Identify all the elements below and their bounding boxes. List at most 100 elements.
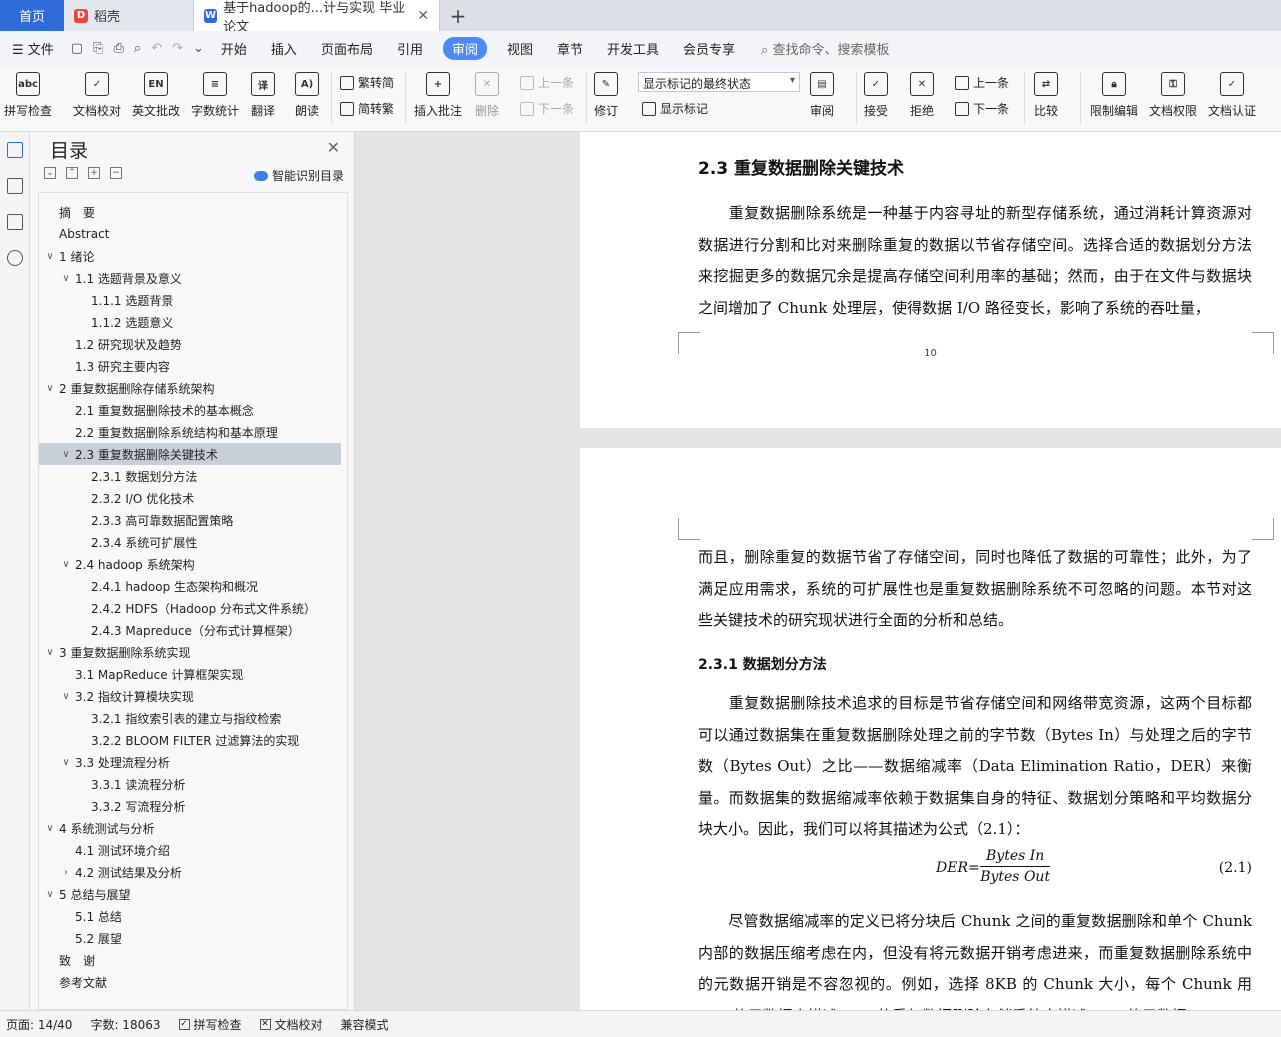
toc-item[interactable]: 1.3 研究主要内容 [39, 355, 341, 377]
toc-item[interactable]: Abstract [39, 223, 341, 245]
chevron-right-icon[interactable]: › [59, 867, 73, 878]
menu-insert[interactable]: 插入 [259, 39, 309, 58]
track-changes-button[interactable]: ✎ 修订 [594, 72, 618, 119]
toc-item[interactable]: ∨ 3.2 指纹计算模块实现 [39, 685, 341, 707]
review-pane-button[interactable]: ▤ 审阅 [810, 72, 834, 119]
chevron-down-icon[interactable]: ∨ [43, 823, 57, 834]
compare-button[interactable]: ⇄ 比较 [1034, 72, 1058, 119]
menu-review[interactable]: 审阅 [442, 37, 487, 60]
toc-item[interactable]: 2.4.1 hadoop 生态架构和概况 [39, 575, 341, 597]
en-review-button[interactable]: EN 英文批改 [132, 72, 180, 119]
menu-layout[interactable]: 页面布局 [309, 39, 385, 58]
toc-item[interactable]: ∨ 4 系统测试与分析 [39, 817, 341, 839]
toc-item[interactable]: ∨ 3 重复数据删除系统实现 [39, 641, 341, 663]
toc-item[interactable]: 参考文献 [39, 971, 341, 993]
tab-home[interactable]: 首页 [0, 0, 64, 31]
chevron-down-icon[interactable]: ∨ [59, 691, 73, 702]
toc-item[interactable]: 2.3.4 系统可扩展性 [39, 531, 341, 553]
redo-icon[interactable]: ↷ [167, 41, 188, 56]
next-change-button[interactable]: 下一条 [955, 100, 1009, 117]
show-markup-button[interactable]: 显示标记 [642, 100, 708, 117]
toc-item[interactable]: 5.1 总结 [39, 905, 341, 927]
trad-to-simp-button[interactable]: 繁转简 [340, 74, 394, 91]
outline-icon[interactable] [7, 178, 23, 194]
toc-item[interactable]: 2.3.1 数据划分方法 [39, 465, 341, 487]
toc-item[interactable]: 致 谢 [39, 949, 341, 971]
read-aloud-button[interactable]: A) 朗读 [295, 72, 319, 119]
accept-button[interactable]: ✓ 接受 [864, 72, 888, 119]
page-indicator[interactable]: 页面: 14/40 [6, 1016, 72, 1033]
insert-comment-button[interactable]: + 插入批注 [414, 72, 462, 119]
tab-daoke[interactable]: D 稻壳 [64, 0, 194, 31]
menu-member[interactable]: 会员专享 [671, 39, 747, 58]
chevron-down-icon[interactable]: ∨ [43, 647, 57, 658]
word-count-indicator[interactable]: 字数: 18063 [90, 1016, 160, 1033]
add-heading-icon[interactable]: + [88, 167, 100, 179]
menu-chapter[interactable]: 章节 [545, 39, 595, 58]
expand-all-icon[interactable]: ⌄ [44, 167, 56, 179]
preview-icon[interactable]: ⌕ [129, 41, 146, 56]
chevron-down-icon[interactable]: ∨ [43, 383, 57, 394]
close-icon[interactable]: ✕ [327, 138, 340, 157]
command-search[interactable]: ⌕ 查找命令、搜索模板 [761, 39, 889, 58]
export-icon[interactable]: ⎘ [88, 41, 108, 56]
toc-item[interactable]: 摘 要 [39, 201, 341, 223]
chevron-down-icon[interactable]: ∨ [43, 251, 57, 262]
remove-heading-icon[interactable]: − [110, 167, 122, 179]
doc-permission-button[interactable]: ⚿ 文档权限 [1149, 72, 1197, 119]
toc-item[interactable]: ∨ 1.1 选题背景及意义 [39, 267, 341, 289]
toc-item[interactable]: 5.2 展望 [39, 927, 341, 949]
toc-item[interactable]: 2.3.2 I/O 优化技术 [39, 487, 341, 509]
doc-check-toggle[interactable]: ✕ 文档校对 [259, 1016, 323, 1033]
toc-item[interactable]: ∨ 3.3 处理流程分析 [39, 751, 341, 773]
undo-icon[interactable]: ↶ [146, 41, 167, 56]
toc-item[interactable]: 1.1.1 选题背景 [39, 289, 341, 311]
simp-to-trad-button[interactable]: 简转繁 [340, 100, 394, 117]
toc-item[interactable]: 2.2 重复数据删除系统结构和基本原理 [39, 421, 341, 443]
toc-item[interactable]: 2.4.2 HDFS（Hadoop 分布式文件系统） [39, 597, 341, 619]
toc-item[interactable]: 3.1 MapReduce 计算框架实现 [39, 663, 341, 685]
menu-file[interactable]: ☰ 文件 [0, 39, 66, 58]
chevron-down-icon[interactable]: ∨ [59, 559, 73, 570]
toc-item[interactable]: ∨ 1 绪论 [39, 245, 341, 267]
toc-item[interactable]: 3.2.1 指纹索引表的建立与指纹检索 [39, 707, 341, 729]
collapse-all-icon[interactable]: ⌃ [66, 167, 78, 179]
markup-state-select[interactable]: 显示标记的最终状态 [638, 72, 800, 92]
toc-item[interactable]: › 4.2 测试结果及分析 [39, 861, 341, 883]
chevron-down-icon[interactable]: ∨ [43, 889, 57, 900]
toc-item[interactable]: 1.2 研究现状及趋势 [39, 333, 341, 355]
menu-reference[interactable]: 引用 [385, 39, 435, 58]
chevron-down-icon[interactable]: ⌄ [188, 41, 209, 56]
restrict-edit-button[interactable]: 🔒︎ 限制编辑 [1090, 72, 1138, 119]
save-icon[interactable]: ▢ [66, 41, 88, 56]
reject-button[interactable]: ✕ 拒绝 [910, 72, 934, 119]
doc-certify-button[interactable]: ✓ 文档认证 [1208, 72, 1256, 119]
prev-comment-button[interactable]: 上一条 [520, 74, 574, 91]
tab-document[interactable]: W 基于hadoop的...计与实现 毕业论文 ✕ [194, 0, 440, 35]
spell-check-toggle[interactable]: ✓ 拼写检查 [178, 1016, 242, 1033]
print-icon[interactable]: ⎙ [109, 41, 129, 56]
toc-item[interactable]: 3.3.1 读流程分析 [39, 773, 341, 795]
chevron-down-icon[interactable]: ∨ [59, 449, 73, 460]
delete-comment-button[interactable]: ✕ 删除 [475, 72, 499, 119]
toc-item[interactable]: ∨ 2.4 hadoop 系统架构 [39, 553, 341, 575]
toc-item[interactable]: ∨ 2.3 重复数据删除关键技术 [39, 443, 341, 465]
menu-devtools[interactable]: 开发工具 [595, 39, 671, 58]
toc-item[interactable]: ∨ 2 重复数据删除存储系统架构 [39, 377, 341, 399]
word-count-button[interactable]: ≡ 字数统计 [191, 72, 239, 119]
next-comment-button[interactable]: 下一条 [520, 100, 574, 117]
menu-view[interactable]: 视图 [495, 39, 545, 58]
toc-icon[interactable] [7, 142, 23, 158]
bookmark-icon[interactable] [7, 214, 23, 230]
translate-button[interactable]: 译翻译 [251, 72, 275, 119]
doc-check-button[interactable]: ✓ 文档校对 [73, 72, 121, 119]
spell-check-button[interactable]: abc 拼写检查 [4, 72, 52, 119]
toc-item[interactable]: 2.4.3 Mapreduce（分布式计算框架） [39, 619, 341, 641]
toc-item[interactable]: ∨ 5 总结与展望 [39, 883, 341, 905]
new-tab-button[interactable]: + [440, 0, 476, 31]
toc-item[interactable]: 1.1.2 选题意义 [39, 311, 341, 333]
chevron-down-icon[interactable]: ∨ [59, 273, 73, 284]
toc-item[interactable]: 3.3.2 写流程分析 [39, 795, 341, 817]
prev-change-button[interactable]: 上一条 [955, 74, 1009, 91]
search-icon[interactable] [7, 250, 23, 266]
